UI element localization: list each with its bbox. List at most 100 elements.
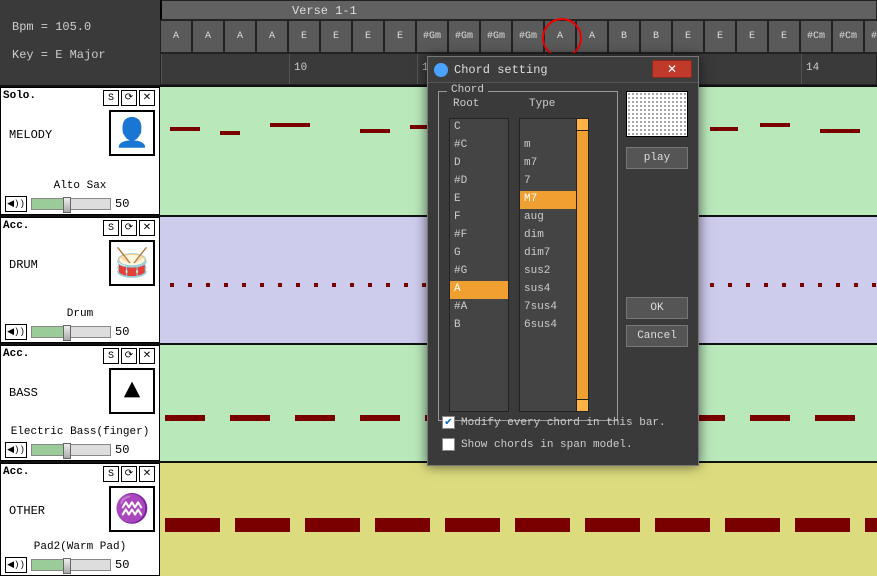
track-tag: Acc. — [3, 348, 29, 360]
root-listbox[interactable]: C#CD#DEF#FG#GA#AB — [449, 118, 509, 412]
track-tag: Solo. — [3, 90, 36, 102]
close-icon[interactable]: ✕ — [139, 348, 155, 364]
modify-checkbox-row[interactable]: ✔ Modify every chord in this bar. — [442, 416, 666, 429]
list-item[interactable]: G — [450, 245, 508, 263]
key-label: Key = E Major — [12, 48, 148, 62]
play-button[interactable]: play — [626, 147, 688, 169]
solo-toggle-icon[interactable]: S — [103, 90, 119, 106]
refresh-icon[interactable]: ⟳ — [121, 466, 137, 482]
dialog-titlebar[interactable]: Chord setting ✕ — [428, 57, 698, 83]
span-checkbox[interactable] — [442, 438, 455, 451]
list-item[interactable]: #F — [450, 227, 508, 245]
chord-cell[interactable]: B — [640, 20, 672, 53]
chord-strip[interactable]: AAAAEEEE#Gm#Gm#Gm#GmAABBEEEE#Cm#Cm#Cm — [160, 20, 877, 53]
chord-cell[interactable]: E — [288, 20, 320, 53]
bpm-label: Bpm = 105.0 — [12, 20, 148, 34]
close-button[interactable]: ✕ — [652, 60, 692, 78]
volume-slider[interactable] — [31, 559, 111, 571]
section-label: Verse 1-1 — [160, 0, 877, 20]
list-item[interactable]: A — [450, 281, 508, 299]
chord-cell[interactable]: #Cm — [832, 20, 864, 53]
bar-number — [161, 54, 289, 84]
chord-cell[interactable]: #Gm — [480, 20, 512, 53]
volume-value: 50 — [115, 558, 129, 572]
refresh-icon[interactable]: ⟳ — [121, 220, 137, 236]
volume-value: 50 — [115, 443, 129, 457]
chord-cell[interactable]: E — [768, 20, 800, 53]
track-row: Acc.S⟳✕♒OTHERPad2(Warm Pad)◀))50 — [0, 461, 877, 576]
instrument-icon[interactable]: 🥁 — [109, 240, 155, 286]
modify-checkbox[interactable]: ✔ — [442, 416, 455, 429]
chord-cell[interactable]: E — [704, 20, 736, 53]
chord-cell[interactable]: #Gm — [448, 20, 480, 53]
chord-cell[interactable]: A — [192, 20, 224, 53]
mute-button[interactable]: ◀)) — [5, 324, 27, 340]
chord-cell[interactable]: B — [608, 20, 640, 53]
chord-cell[interactable]: A — [544, 20, 576, 53]
chord-cell[interactable]: A — [256, 20, 288, 53]
track-name: DRUM — [9, 258, 38, 272]
mute-button[interactable]: ◀)) — [5, 442, 27, 458]
refresh-icon[interactable]: ⟳ — [121, 348, 137, 364]
chord-cell[interactable]: #Gm — [416, 20, 448, 53]
volume-slider[interactable] — [31, 326, 111, 338]
track-header: Acc.S⟳✕🥁DRUMDrum◀))50 — [0, 217, 160, 343]
instrument-icon[interactable]: ▲ — [109, 368, 155, 414]
ok-button[interactable]: OK — [626, 297, 688, 319]
track-name: OTHER — [9, 504, 45, 518]
track-name: MELODY — [9, 128, 52, 142]
scrollbar[interactable] — [576, 119, 588, 411]
chord-cell[interactable]: A — [160, 20, 192, 53]
list-item[interactable]: D — [450, 155, 508, 173]
refresh-icon[interactable]: ⟳ — [121, 90, 137, 106]
close-icon[interactable]: ✕ — [139, 90, 155, 106]
chord-preview — [626, 91, 688, 137]
track-tag: Acc. — [3, 466, 29, 478]
close-icon[interactable]: ✕ — [139, 466, 155, 482]
chord-cell[interactable]: E — [352, 20, 384, 53]
list-item[interactable]: B — [450, 317, 508, 335]
list-item[interactable]: #C — [450, 137, 508, 155]
transport-info: Bpm = 105.0 Key = E Major — [0, 0, 160, 85]
bar-number: 10 — [289, 54, 417, 84]
list-item[interactable]: C — [450, 119, 508, 137]
chord-cell[interactable]: #Cm — [800, 20, 832, 53]
root-column-label: Root — [453, 98, 479, 110]
solo-toggle-icon[interactable]: S — [103, 466, 119, 482]
solo-toggle-icon[interactable]: S — [103, 220, 119, 236]
mute-button[interactable]: ◀)) — [5, 557, 27, 573]
chord-fieldset: Chord Root Type C#CD#DEF#FG#GA#AB mm77M7… — [438, 91, 618, 421]
chord-cell[interactable]: #Gm — [512, 20, 544, 53]
list-item[interactable]: E — [450, 191, 508, 209]
list-item[interactable]: #D — [450, 173, 508, 191]
chord-cell[interactable]: A — [224, 20, 256, 53]
volume-slider[interactable] — [31, 444, 111, 456]
track-tag: Acc. — [3, 220, 29, 232]
type-listbox[interactable]: mm77M7augdimdim7sus2sus47sus46sus4 — [519, 118, 589, 412]
solo-toggle-icon[interactable]: S — [103, 348, 119, 364]
cancel-button[interactable]: Cancel — [626, 325, 688, 347]
instrument-icon[interactable]: ♒ — [109, 486, 155, 532]
instrument-name: Alto Sax — [1, 180, 159, 192]
list-item[interactable]: #G — [450, 263, 508, 281]
chord-cell[interactable]: E — [384, 20, 416, 53]
track-header: Acc.S⟳✕♒OTHERPad2(Warm Pad)◀))50 — [0, 463, 160, 576]
volume-value: 50 — [115, 325, 129, 339]
type-column-label: Type — [529, 98, 555, 110]
dialog-title-text: Chord setting — [454, 63, 548, 77]
chord-cell[interactable]: #Cm — [864, 20, 877, 53]
track-lane[interactable] — [160, 463, 877, 576]
mute-button[interactable]: ◀)) — [5, 196, 27, 212]
span-checkbox-row[interactable]: Show chords in span model. — [442, 438, 633, 451]
list-item[interactable]: F — [450, 209, 508, 227]
close-icon[interactable]: ✕ — [139, 220, 155, 236]
chord-cell[interactable]: E — [320, 20, 352, 53]
modify-label: Modify every chord in this bar. — [461, 417, 666, 429]
list-item[interactable]: #A — [450, 299, 508, 317]
instrument-icon[interactable]: 👤 — [109, 110, 155, 156]
volume-slider[interactable] — [31, 198, 111, 210]
chord-cell[interactable]: E — [672, 20, 704, 53]
fieldset-legend: Chord — [447, 84, 488, 96]
chord-cell[interactable]: E — [736, 20, 768, 53]
track-header: Solo.S⟳✕👤MELODYAlto Sax◀))50 — [0, 87, 160, 215]
